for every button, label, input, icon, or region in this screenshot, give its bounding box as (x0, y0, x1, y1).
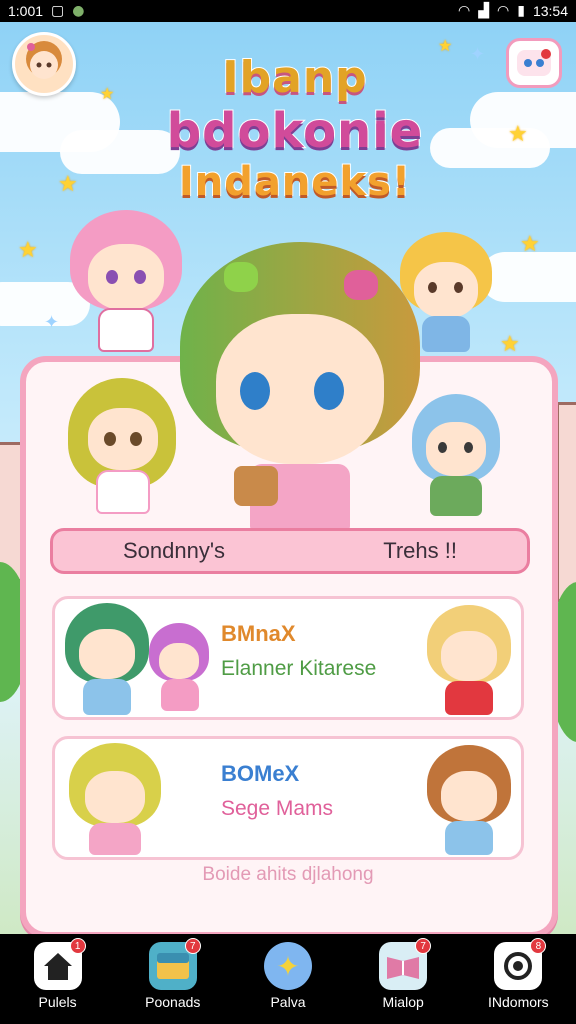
nav-label: INdomors (488, 994, 549, 1010)
book-icon: 7 (379, 938, 432, 990)
sparkle-icon: ✦ (44, 312, 60, 333)
nav-item-pulels[interactable]: 1 Pulels (8, 938, 108, 1010)
card-2-subtitle: Sege Mams (221, 797, 334, 820)
nav-label: Poonads (145, 994, 201, 1010)
character-pink-girl[interactable] (66, 210, 186, 360)
chest-icon: 7 (148, 938, 201, 990)
nav-item-palva[interactable]: ✦ Palva (238, 942, 338, 1010)
bottom-nav: 1 Pulels 7 Poonads ✦ Palva 7 Mialop 8 IN… (0, 934, 576, 1024)
card-1-subtitle: Elanner Kitarese (221, 657, 377, 680)
nav-item-mialop[interactable]: 7 Mialop (353, 938, 453, 1010)
star-icon: ★ (508, 122, 528, 147)
star-icon: ★ (58, 172, 78, 197)
nav-badge: 7 (415, 938, 432, 954)
wifi-icon-2: ◠ (497, 3, 510, 19)
event-card-1[interactable]: BMnaX Elanner Kitarese (52, 596, 524, 720)
avatar-portrait-icon (26, 41, 62, 79)
status-bar: 1:001 ▢ ● ◠ ▟ ◠ ▮ 13:54 (0, 0, 576, 22)
character-yellow-ponytail[interactable] (68, 378, 178, 518)
logo-line-2: bdokonie (166, 102, 424, 160)
star-icon: ★ (520, 232, 540, 257)
nav-badge: 7 (184, 938, 201, 954)
panel-footer-note: Boide ahits djlahong (202, 864, 374, 885)
logo-line-1: Ibanp (221, 51, 368, 104)
building-right (556, 402, 576, 602)
banner-right-text: Trehs !! (383, 538, 457, 563)
sparkle-icon: ✦ (470, 44, 486, 65)
event-card-2[interactable]: BOMeX Sege Mams (52, 736, 524, 860)
character-brown-hair (427, 745, 517, 857)
character-blue-hair[interactable] (412, 394, 502, 518)
nav-label: Palva (270, 994, 306, 1010)
character-blonde-red (427, 605, 517, 717)
basket-icon (234, 466, 278, 506)
nav-label: Mialop (382, 994, 424, 1010)
home-icon: 1 (33, 938, 86, 990)
banner-left-text: Sondnny's (123, 538, 226, 563)
signal-icon: ▟ (478, 3, 490, 19)
camera-icon: 8 (494, 938, 547, 990)
star-icon: ★ (500, 332, 520, 357)
character-main-green-hair[interactable] (180, 242, 420, 532)
character-green-hair-pair (65, 603, 209, 717)
nav-item-poonads[interactable]: 7 Poonads (123, 938, 223, 1010)
battery-icon: ▮ (517, 3, 525, 19)
nav-badge: 8 (530, 938, 547, 954)
status-time: 1:001 (8, 3, 44, 19)
star-icon: ★ (100, 84, 115, 103)
card-1-title: BMnaX (221, 621, 296, 646)
status-clock: 13:54 (532, 3, 568, 19)
nav-item-indomors[interactable]: 8 INdomors (468, 938, 568, 1010)
leaf-hairpin-icon (224, 262, 258, 292)
heart-hairpin-icon (344, 270, 378, 300)
nav-label: Pulels (38, 994, 77, 1010)
card-2-title: BOMeX (221, 761, 300, 786)
game-scene: ★ ★ ★ ★ ★ ★ ★ ✦ ✦ ✦ Ibanp bdokonie Indan… (0, 22, 576, 934)
notification-icon: ▢ (51, 3, 65, 19)
character-yellow-cat-ears (69, 743, 169, 857)
star-bubble-icon: ✦ (263, 942, 312, 990)
globe-icon: ● (72, 3, 85, 19)
player-avatar-button[interactable] (12, 32, 76, 96)
nav-badge: 1 (69, 938, 86, 954)
mascot-face-icon (517, 49, 551, 76)
wifi-icon: ◠ (458, 3, 471, 19)
star-icon: ★ (18, 238, 38, 263)
event-banner[interactable]: Sondnny's Trehs !! (50, 528, 530, 574)
menu-button[interactable] (506, 38, 562, 88)
logo-line-3: Indaneks! (178, 158, 412, 206)
